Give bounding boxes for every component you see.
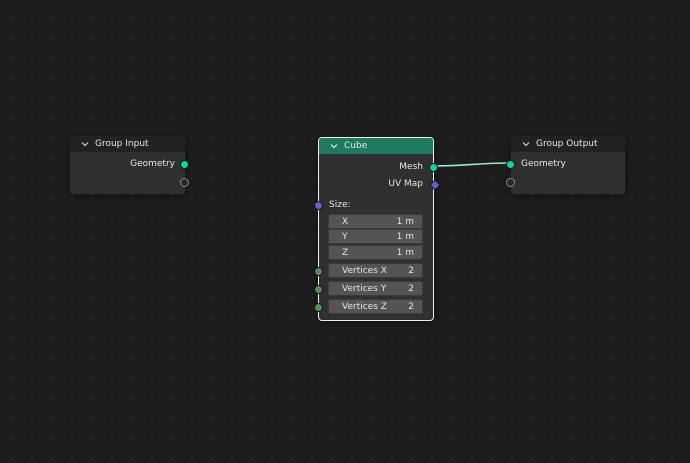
size-input-socket[interactable] <box>314 201 323 210</box>
size-label: Size: <box>329 200 351 210</box>
vertices-x-value: 2 <box>408 265 414 276</box>
size-x-label: X <box>342 216 349 227</box>
mesh-output-socket[interactable] <box>429 163 438 172</box>
group-output-header[interactable]: Group Output <box>511 136 625 152</box>
size-z-value: 1 m <box>396 247 414 258</box>
size-y-label: Y <box>342 231 348 242</box>
vertices-y-label: Vertices Y <box>342 283 387 294</box>
group-input-node[interactable]: Group Input Geometry <box>69 135 189 195</box>
vertices-x-field[interactable]: Vertices X 2 <box>328 263 423 278</box>
cube-header[interactable]: Cube <box>319 138 433 154</box>
vertices-y-field[interactable]: Vertices Y 2 <box>328 281 423 296</box>
cube-title: Cube <box>344 141 368 151</box>
uv-map-output-label: UV Map <box>388 179 423 189</box>
empty-output-socket[interactable] <box>180 178 189 187</box>
vertices-y-input-socket[interactable] <box>314 285 323 294</box>
size-z-field[interactable]: Z 1 m <box>328 245 423 260</box>
size-y-field[interactable]: Y 1 m <box>328 229 423 244</box>
mesh-output-label: Mesh <box>399 162 423 172</box>
geometry-output-label: Geometry <box>130 159 175 169</box>
empty-input-socket[interactable] <box>506 178 515 187</box>
vertices-z-input-socket[interactable] <box>314 303 323 312</box>
size-z-label: Z <box>342 247 349 258</box>
uv-map-output-socket[interactable] <box>429 179 441 191</box>
cube-node[interactable]: Cube Mesh UV Map Size: X 1 m Y 1 m Z 1 m… <box>314 137 441 321</box>
geometry-input-label: Geometry <box>521 159 566 169</box>
size-x-field[interactable]: X 1 m <box>328 214 423 229</box>
vertices-y-value: 2 <box>408 283 414 294</box>
vertices-z-field[interactable]: Vertices Z 2 <box>328 299 423 314</box>
vertices-x-input-socket[interactable] <box>314 267 323 276</box>
group-input-title: Group Input <box>95 139 149 149</box>
size-y-value: 1 m <box>396 231 414 242</box>
vertices-z-value: 2 <box>408 301 414 312</box>
chevron-down-icon[interactable] <box>80 139 90 149</box>
size-x-value: 1 m <box>396 216 414 227</box>
group-output-title: Group Output <box>536 139 598 149</box>
vertices-x-label: Vertices X <box>342 265 387 276</box>
chevron-down-icon[interactable] <box>521 139 531 149</box>
vertices-z-label: Vertices Z <box>342 301 387 312</box>
group-input-header[interactable]: Group Input <box>70 136 185 152</box>
geometry-output-socket[interactable] <box>180 160 189 169</box>
geometry-input-socket[interactable] <box>506 160 515 169</box>
chevron-down-icon[interactable] <box>329 141 339 151</box>
group-output-node[interactable]: Group Output Geometry <box>506 135 626 195</box>
